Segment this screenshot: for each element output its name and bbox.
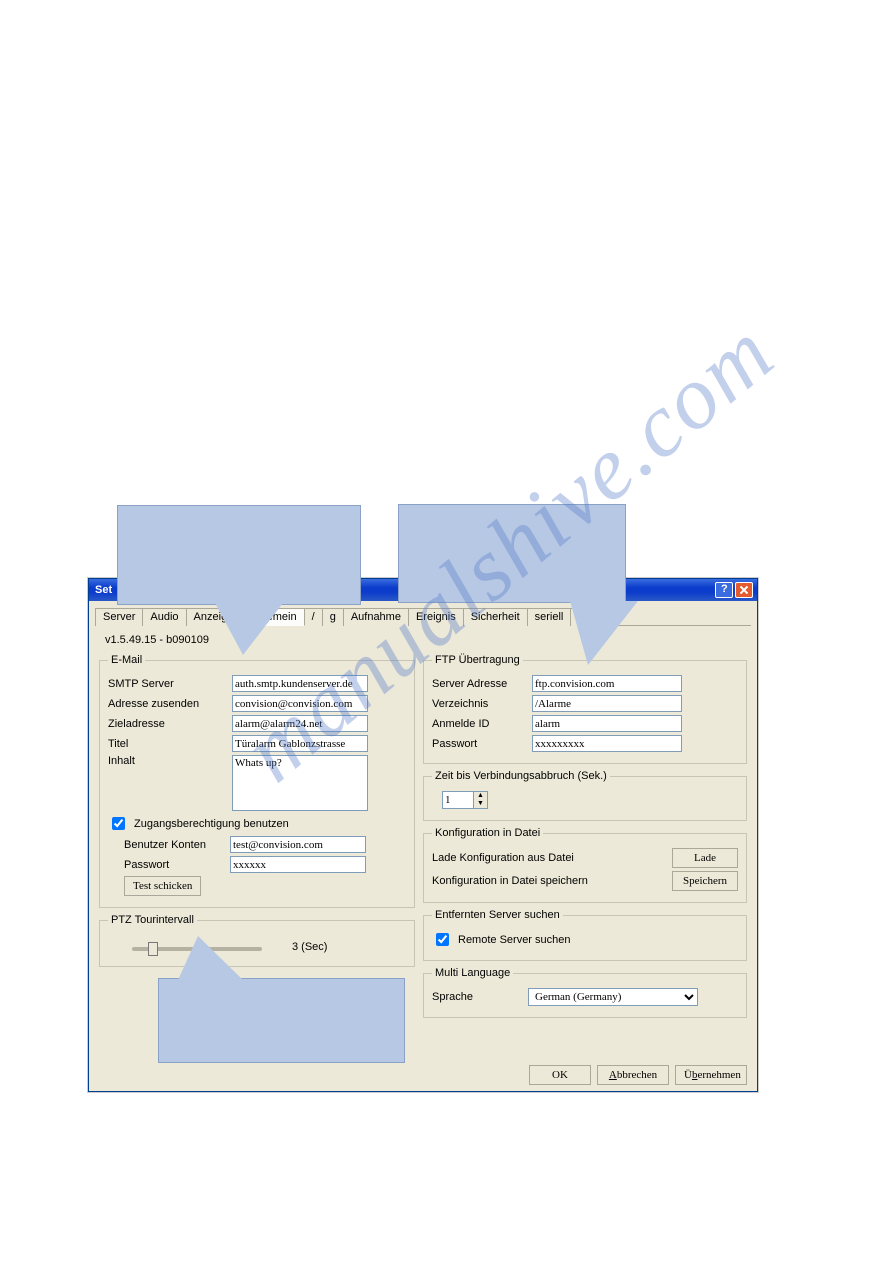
callout-tail-2 bbox=[570, 601, 638, 665]
ptz-group: PTZ Tourintervall 3 (Sec) bbox=[99, 914, 415, 967]
send-addr-input[interactable] bbox=[232, 695, 368, 712]
timeout-input[interactable] bbox=[443, 792, 473, 808]
ftp-login-label: Anmelde ID bbox=[432, 718, 526, 730]
config-save-text: Konfiguration in Datei speichern bbox=[432, 875, 588, 887]
config-group: Konfiguration in Datei Lade Konfiguratio… bbox=[423, 827, 747, 903]
target-addr-input[interactable] bbox=[232, 715, 368, 732]
ptz-legend: PTZ Tourintervall bbox=[108, 914, 197, 926]
callout-box-2 bbox=[398, 504, 626, 603]
help-button[interactable] bbox=[715, 582, 733, 598]
tab-seriell[interactable]: seriell bbox=[527, 608, 572, 626]
remote-group: Entfernten Server suchen Remote Server s… bbox=[423, 909, 747, 961]
ftp-pw-label: Passwort bbox=[432, 738, 526, 750]
smtp-input[interactable] bbox=[232, 675, 368, 692]
ok-button[interactable]: OK bbox=[529, 1065, 591, 1085]
ftp-pw-input[interactable] bbox=[532, 735, 682, 752]
callout-box-3 bbox=[158, 978, 405, 1063]
spin-down-icon[interactable]: ▼ bbox=[473, 800, 487, 808]
tab-strip: Server Audio Anzeige Allgemein / g Aufna… bbox=[95, 607, 751, 626]
email-pw-label: Passwort bbox=[124, 859, 224, 871]
config-legend: Konfiguration in Datei bbox=[432, 827, 543, 839]
ftp-legend: FTP Übertragung bbox=[432, 654, 523, 666]
tab-sicherheit[interactable]: Sicherheit bbox=[463, 608, 528, 626]
config-load-button[interactable]: Lade bbox=[672, 848, 738, 868]
lang-label: Sprache bbox=[432, 991, 522, 1003]
ftp-dir-label: Verzeichnis bbox=[432, 698, 526, 710]
tab-server[interactable]: Server bbox=[95, 608, 143, 626]
auth-checkbox[interactable] bbox=[112, 817, 125, 830]
ftp-dir-input[interactable] bbox=[532, 695, 682, 712]
user-label: Benutzer Konten bbox=[124, 839, 224, 851]
user-input[interactable] bbox=[230, 836, 366, 853]
email-pw-input[interactable] bbox=[230, 856, 366, 873]
tab-obscured-2[interactable]: g bbox=[322, 608, 344, 626]
callout-box-1 bbox=[117, 505, 361, 605]
smtp-label: SMTP Server bbox=[108, 678, 226, 690]
version-label: v1.5.49.15 - b090109 bbox=[105, 634, 751, 646]
config-save-button[interactable]: Speichern bbox=[672, 871, 738, 891]
timeout-group: Zeit bis Verbindungsabbruch (Sek.) ▲ ▼ bbox=[423, 770, 747, 821]
config-load-text: Lade Konfiguration aus Datei bbox=[432, 852, 574, 864]
title-input[interactable] bbox=[232, 735, 368, 752]
ftp-server-label: Server Adresse bbox=[432, 678, 526, 690]
callout-tail-1 bbox=[215, 603, 283, 655]
callout-tail-3 bbox=[178, 936, 243, 980]
lang-legend: Multi Language bbox=[432, 967, 513, 979]
remote-checkbox[interactable] bbox=[436, 933, 449, 946]
apply-button[interactable]: Übernehmen bbox=[675, 1065, 747, 1085]
email-legend: E-Mail bbox=[108, 654, 145, 666]
close-button[interactable] bbox=[735, 582, 753, 598]
remote-legend: Entfernten Server suchen bbox=[432, 909, 563, 921]
send-addr-label: Adresse zusenden bbox=[108, 698, 226, 710]
window-title: Set bbox=[95, 584, 112, 596]
spin-up-icon[interactable]: ▲ bbox=[473, 792, 487, 800]
tab-ereignis[interactable]: Ereignis bbox=[408, 608, 464, 626]
ftp-login-input[interactable] bbox=[532, 715, 682, 732]
ptz-slider-thumb[interactable] bbox=[148, 942, 158, 956]
timeout-legend: Zeit bis Verbindungsabbruch (Sek.) bbox=[432, 770, 610, 782]
content-textarea[interactable] bbox=[232, 755, 368, 811]
timeout-spinner[interactable]: ▲ ▼ bbox=[442, 791, 488, 809]
tab-audio[interactable]: Audio bbox=[142, 608, 186, 626]
content-label: Inhalt bbox=[108, 755, 226, 767]
remote-checkbox-label: Remote Server suchen bbox=[458, 934, 571, 946]
ptz-value: 3 (Sec) bbox=[292, 941, 327, 953]
tab-aufnahme[interactable]: Aufnahme bbox=[343, 608, 409, 626]
auth-checkbox-label: Zugangsberechtigung benutzen bbox=[134, 818, 289, 830]
cancel-label-rest: bbrechen bbox=[617, 1069, 657, 1081]
lang-select[interactable]: German (Germany) bbox=[528, 988, 698, 1006]
tab-obscured-1[interactable]: / bbox=[304, 608, 323, 626]
cancel-button[interactable]: Abbrechen bbox=[597, 1065, 669, 1085]
lang-group: Multi Language Sprache German (Germany) bbox=[423, 967, 747, 1018]
target-addr-label: Zieladresse bbox=[108, 718, 226, 730]
test-send-button[interactable]: Test schicken bbox=[124, 876, 201, 896]
email-group: E-Mail SMTP Server Adresse zusenden Ziel… bbox=[99, 654, 415, 908]
title-label: Titel bbox=[108, 738, 226, 750]
ftp-group: FTP Übertragung Server Adresse Verzeichn… bbox=[423, 654, 747, 764]
ftp-server-input[interactable] bbox=[532, 675, 682, 692]
